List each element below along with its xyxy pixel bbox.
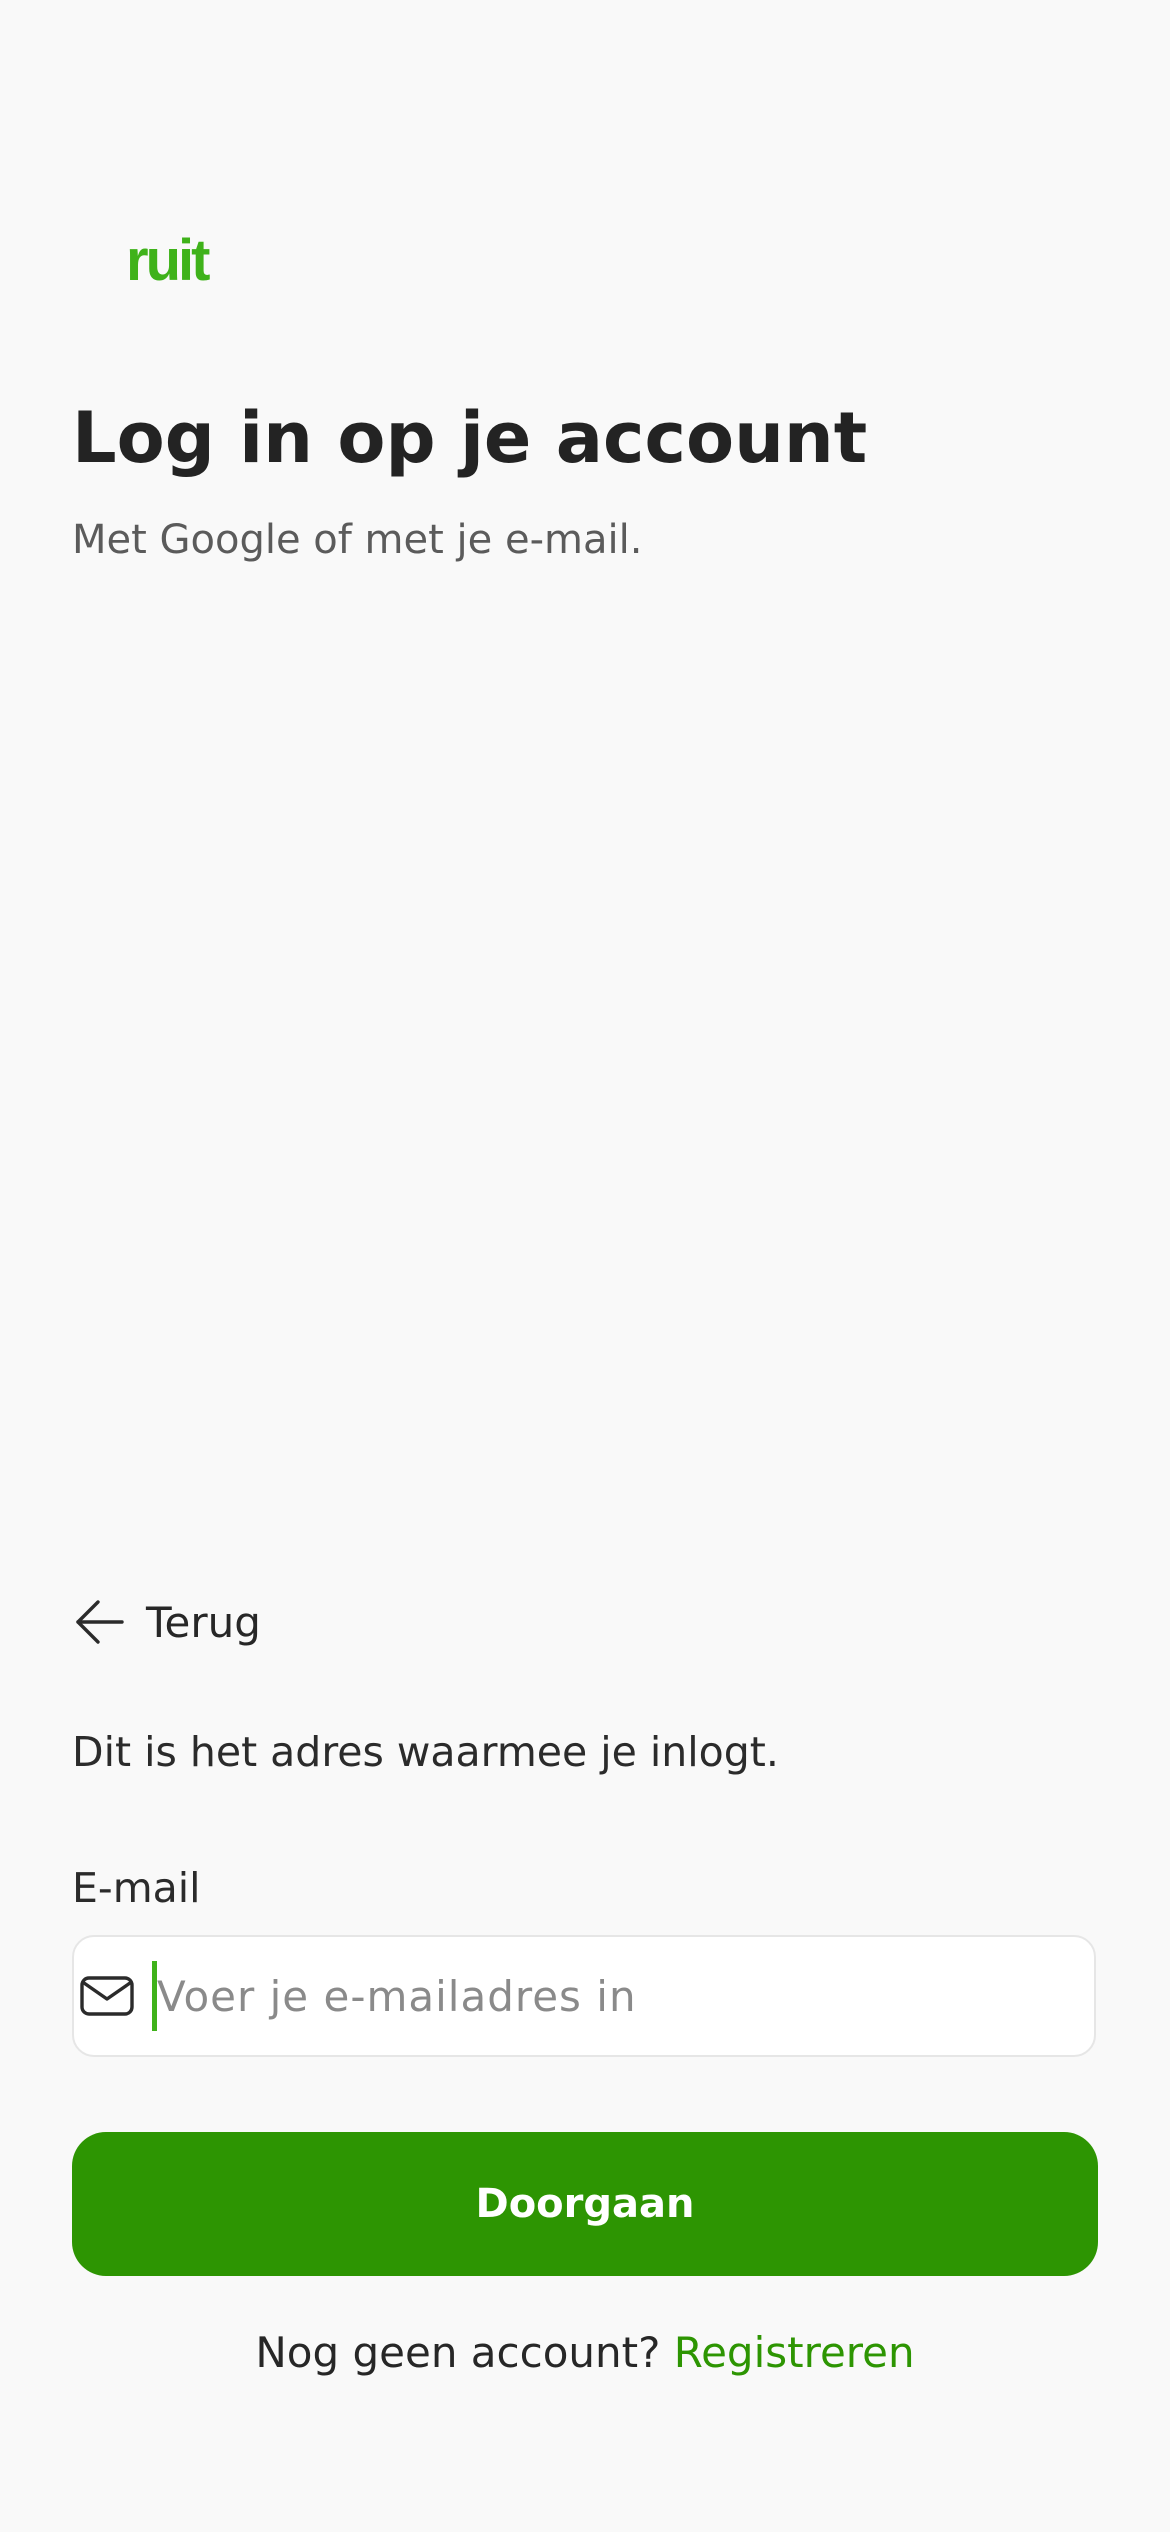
email-helper-text: Dit is het adres waarmee je inlogt. <box>72 1728 779 1776</box>
signup-prompt: Nog geen account? Registreren <box>0 2328 1170 2377</box>
continue-button[interactable]: Doorgaan <box>72 2132 1098 2276</box>
email-input[interactable] <box>152 1961 1094 2031</box>
brand-logo: ruit <box>126 228 210 293</box>
page-title: Log in op je account <box>72 397 868 479</box>
email-field-label: E-mail <box>72 1864 201 1912</box>
arrow-left-icon <box>72 1594 128 1650</box>
envelope-icon <box>78 1967 136 2025</box>
back-button[interactable]: Terug <box>72 1590 261 1654</box>
signup-prompt-text: Nog geen account? <box>255 2328 661 2377</box>
signup-link[interactable]: Registreren <box>674 2328 915 2377</box>
page-subtitle: Met Google of met je e-mail. <box>72 517 643 563</box>
email-field-container[interactable] <box>72 1935 1096 2057</box>
back-button-label: Terug <box>146 1597 261 1647</box>
